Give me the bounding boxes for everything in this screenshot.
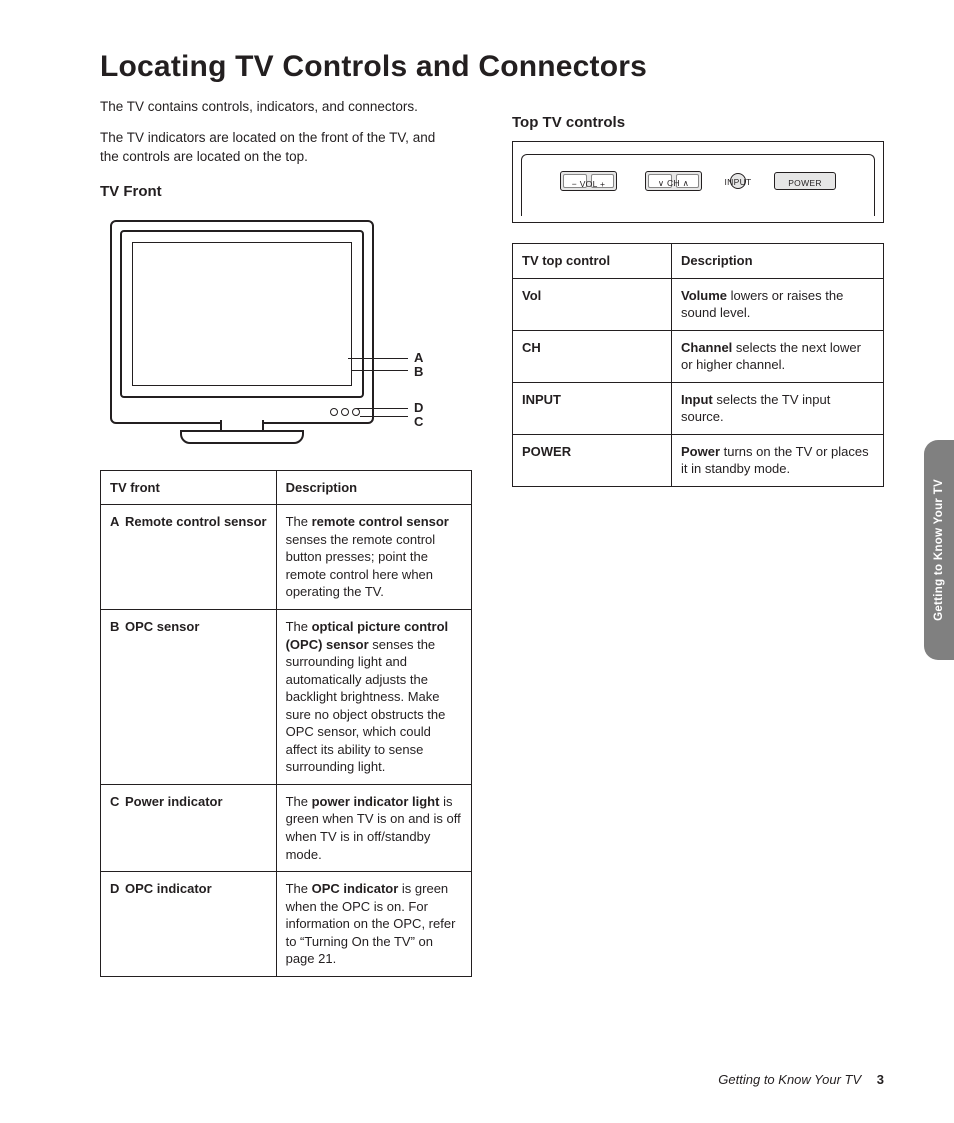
callout-A: A <box>414 350 423 365</box>
table-row: BOPC sensor The optical picture control … <box>101 609 472 784</box>
footer-section: Getting to Know Your TV <box>718 1072 861 1087</box>
callout-B: B <box>414 364 423 379</box>
top-controls-illustration: − VOL + ∨ CH ∧ INPUT POWER <box>512 141 884 223</box>
top-controls-heading: Top TV controls <box>512 114 884 131</box>
section-tab: Getting to Know Your TV <box>924 440 954 660</box>
table-header: TV top control <box>513 244 672 279</box>
table-row: INPUT Input selects the TV input source. <box>513 382 884 434</box>
callout-D: D <box>414 400 423 415</box>
page-footer: Getting to Know Your TV 3 <box>718 1072 884 1087</box>
table-row: ARemote control sensor The remote contro… <box>101 505 472 610</box>
table-header: Description <box>672 244 884 279</box>
page-title: Locating TV Controls and Connectors <box>100 50 884 84</box>
vol-label: − VOL + <box>560 179 617 189</box>
top-controls-table: TV top control Description Vol Volume lo… <box>512 243 884 487</box>
tv-front-illustration: A B D C <box>100 210 460 450</box>
intro-paragraph-1: The TV contains controls, indicators, an… <box>100 98 450 117</box>
ch-label: ∨ CH ∧ <box>645 178 702 189</box>
footer-page: 3 <box>877 1072 884 1087</box>
power-label: POWER <box>774 178 836 188</box>
table-row: POWER Power turns on the TV or places it… <box>513 434 884 486</box>
table-header: Description <box>276 470 471 505</box>
table-row: DOPC indicator The OPC indicator is gree… <box>101 872 472 977</box>
table-row: Vol Volume lowers or raises the sound le… <box>513 278 884 330</box>
intro-paragraph-2: The TV indicators are located on the fro… <box>100 129 450 167</box>
table-row: CH Channel selects the next lower or hig… <box>513 330 884 382</box>
table-header: TV front <box>101 470 277 505</box>
tv-front-table: TV front Description ARemote control sen… <box>100 470 472 977</box>
table-row: CPower indicator The power indicator lig… <box>101 784 472 871</box>
callout-C: C <box>414 414 423 429</box>
tv-front-heading: TV Front <box>100 183 472 200</box>
input-label: INPUT <box>718 177 758 187</box>
